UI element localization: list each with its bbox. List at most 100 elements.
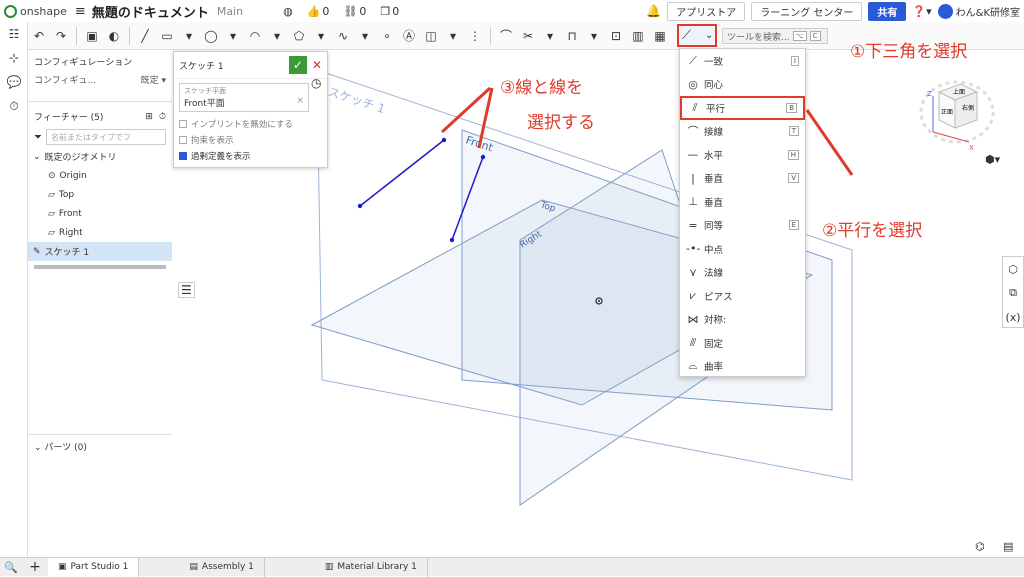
tab-material-library[interactable]: ▥ Material Library 1 (315, 557, 428, 577)
show-constraints-checkbox[interactable]: 拘束を表示 (174, 132, 327, 148)
chevron-down-icon[interactable]: ⌄ (705, 30, 713, 41)
clock-icon[interactable]: ◷ (311, 76, 321, 90)
trim-dropdown-icon[interactable]: ▾ (540, 26, 560, 46)
rectangle-icon[interactable]: ▭ (157, 26, 177, 46)
constraint-horizontal[interactable]: — 水平 H (680, 143, 805, 167)
constraint-vertical[interactable]: | 垂直 V (680, 167, 805, 191)
constraint-symmetric[interactable]: ⋈ 対称: (680, 308, 805, 332)
app-store-button[interactable]: アプリストア (667, 1, 746, 21)
search-tabs-icon[interactable]: 🔍 (0, 561, 22, 574)
like-button[interactable]: 👍 0 (307, 5, 330, 18)
redo-icon[interactable]: ↷ (51, 26, 71, 46)
rectangle-dropdown-icon[interactable]: ▾ (179, 26, 199, 46)
accept-button[interactable]: ✓ (288, 56, 307, 74)
sketch-line-1[interactable] (359, 139, 445, 207)
image-dropdown-icon[interactable]: ▾ (443, 26, 463, 46)
onshape-logo[interactable]: onshape (4, 4, 67, 18)
extrude-icon[interactable]: ◐ (104, 26, 124, 46)
constraint-perpendicular[interactable]: ⊥ 垂直 (680, 190, 805, 214)
link-button[interactable]: ⛓ 0 (343, 5, 366, 18)
circle-icon[interactable]: ◯ (201, 26, 221, 46)
sketch-plane-field[interactable]: スケッチ平面 Front平面 × (179, 83, 309, 112)
constraint-curvature[interactable]: ⌓ 曲率 (680, 355, 805, 379)
spline-icon[interactable]: ∿ (333, 26, 353, 46)
add-folder-icon[interactable]: ⊞ (145, 112, 153, 122)
feature-filter-input[interactable]: 名前またはタイプでフ (46, 129, 166, 145)
tool-search-input[interactable]: ツールを検索... ⌥ C (722, 28, 828, 44)
add-tab-icon[interactable]: + (22, 559, 48, 575)
measure-icon[interactable]: ▤ (1003, 540, 1013, 553)
list-icon[interactable]: ☰ (178, 282, 195, 298)
branch-name[interactable]: Main (217, 5, 243, 18)
history-icon[interactable]: ⏱ (0, 94, 28, 118)
document-title[interactable]: 無題のドキュメント (92, 2, 209, 21)
undo-icon[interactable]: ↶ (29, 26, 49, 46)
variables-icon[interactable]: (x) (1003, 305, 1023, 329)
parts-panel[interactable]: ⌄ パーツ (0) (28, 434, 172, 454)
constraint-midpoint[interactable]: -•- 中点 (680, 237, 805, 261)
feature-list-panel: フィーチャー (5) ⊞ ⏱ ⏷ 名前またはタイプでフ ⌄ 既定のジオメトリ ⊙ Or… (28, 106, 172, 446)
use-icon[interactable]: ⊡ (606, 26, 626, 46)
constraint-tangent[interactable]: ⌒ 接線 T (680, 120, 805, 144)
feature-origin[interactable]: ⊙ Origin (28, 166, 172, 185)
text-icon[interactable]: Ⓐ (399, 26, 419, 46)
arc-dropdown-icon[interactable]: ▾ (267, 26, 287, 46)
rollback-bar[interactable] (34, 265, 166, 269)
configuration-select[interactable]: 既定 ▾ (141, 73, 166, 86)
view-cube[interactable]: 上面 正面 右側 Z X (915, 70, 995, 160)
feature-right[interactable]: ▱ Right (28, 223, 172, 242)
feature-front[interactable]: ▱ Front (28, 204, 172, 223)
grid-icon[interactable]: ▦ (650, 26, 670, 46)
constraint-fix[interactable]: ⫻ 固定 (680, 331, 805, 355)
appearance-icon[interactable]: ⬡ (1003, 257, 1023, 281)
view-options-icon[interactable]: ⬢▾ (985, 153, 1000, 166)
sketch-tool-icon[interactable]: ▣ (82, 26, 102, 46)
mirror-icon[interactable]: ⋮ (465, 26, 485, 46)
instances-icon[interactable]: ⊹ (0, 46, 28, 70)
point-icon[interactable]: ∘ (377, 26, 397, 46)
rollback-timer-icon[interactable]: ⏱ (159, 112, 166, 122)
cancel-button[interactable]: ✕ (312, 58, 322, 72)
bell-icon[interactable]: 🔔 (646, 4, 661, 18)
feature-top[interactable]: ▱ Top (28, 185, 172, 204)
learning-center-button[interactable]: ラーニング センター (751, 1, 863, 21)
arc-icon[interactable]: ◠ (245, 26, 265, 46)
constraint-pierce[interactable]: ⩗ ピアス (680, 284, 805, 308)
feature-list-icon[interactable]: ☷ (0, 22, 28, 46)
bottom-tab-bar: 🔍 + ▣ Part Studio 1 ▤ Assembly 1 ▥ Material… (0, 557, 1024, 577)
offset-icon[interactable]: ⊓ (562, 26, 582, 46)
filter-icon[interactable]: ⏷ (34, 132, 42, 143)
circle-dropdown-icon[interactable]: ▾ (223, 26, 243, 46)
feature-sketch-1[interactable]: ✎ スケッチ 1 (28, 242, 172, 261)
disable-imprint-checkbox[interactable]: インプリントを無効にする (174, 116, 327, 132)
default-geometry-group[interactable]: ⌄ 既定のジオメトリ (28, 147, 172, 166)
globe-icon[interactable]: ◍ (283, 5, 293, 18)
section-view-icon[interactable]: ⌬ (975, 540, 985, 553)
pattern-icon[interactable]: ▥ (628, 26, 648, 46)
line-icon[interactable]: ╱ (135, 26, 155, 46)
user-menu[interactable]: わん&K研修室 (937, 3, 1020, 19)
show-overdefined-checkbox[interactable]: 過剰定義を表示 (174, 148, 327, 164)
sketch-dialog: スケッチ 1 ✓ ✕ スケッチ平面 Front平面 × インプリントを無効にする 拘… (173, 51, 328, 168)
tab-assembly[interactable]: ▤ Assembly 1 (179, 557, 265, 577)
menu-icon[interactable]: ≡ (75, 4, 86, 19)
copy-button[interactable]: ❐ 0 (380, 5, 399, 18)
help-icon[interactable]: ❓▾ (912, 5, 931, 18)
spline-dropdown-icon[interactable]: ▾ (355, 26, 375, 46)
polygon-dropdown-icon[interactable]: ▾ (311, 26, 331, 46)
image-icon[interactable]: ◫ (421, 26, 441, 46)
constraint-parallel[interactable]: ⫽ 平行 B (680, 96, 805, 120)
polygon-icon[interactable]: ⬠ (289, 26, 309, 46)
fillet-icon[interactable]: ⌒ (496, 26, 516, 46)
constraint-coincident[interactable]: ⟋ 一致 I (680, 49, 805, 73)
constraint-equal[interactable]: = 同等 E (680, 214, 805, 238)
constraint-normal[interactable]: ⋎ 法線 (680, 261, 805, 285)
tab-part-studio[interactable]: ▣ Part Studio 1 (48, 557, 140, 577)
mate-icon[interactable]: ⧉ (1003, 281, 1023, 305)
share-button[interactable]: 共有 (868, 1, 907, 21)
constraint-concentric[interactable]: ◎ 同心 (680, 73, 805, 97)
offset-dropdown-icon[interactable]: ▾ (584, 26, 604, 46)
clear-icon[interactable]: × (296, 96, 304, 109)
comments-icon[interactable]: 💬 (0, 70, 28, 94)
trim-icon[interactable]: ✂ (518, 26, 538, 46)
